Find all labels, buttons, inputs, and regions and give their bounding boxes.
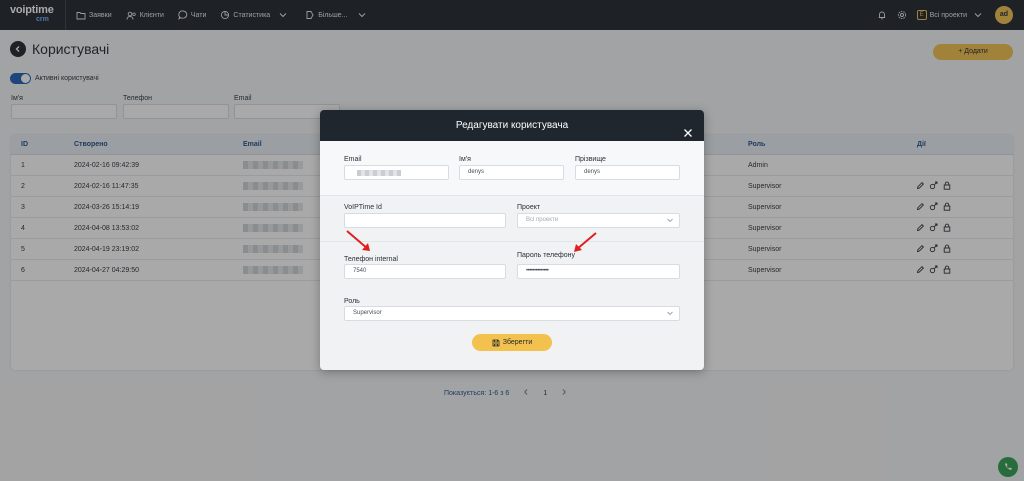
phone-internal-label: Телефон internal [344,256,398,263]
modal-title: Редагувати користувача [455,120,569,131]
project-select-placeholder: Всі проекти [526,217,559,223]
annotation-arrow-icon [346,230,370,251]
annotation-arrow-icon [574,232,597,252]
role-select[interactable]: Supervisor [344,306,680,321]
email-field[interactable] [344,165,449,180]
surname-field[interactable]: denys [575,165,680,180]
phone-password-field[interactable]: •••••••••••••• [517,264,680,279]
modal-section-identity: Email Ім'я denys Прізвище denys [320,141,704,196]
email-redacted [357,170,401,176]
surname-label: Прізвище [575,156,606,163]
name-field[interactable]: denys [459,165,564,180]
save-icon [492,339,500,346]
save-button[interactable]: Зберегти [472,334,552,351]
role-select-value: Supervisor [353,310,382,316]
email-label: Email [344,156,362,163]
chevron-down-icon [667,218,673,223]
chevron-down-icon [667,311,673,316]
voiptime-id-field[interactable] [344,213,506,228]
voiptime-id-label: VoIPTime Id [344,204,382,211]
name-label: Ім'я [459,156,471,163]
project-label: Проект [517,204,541,211]
phone-internal-field[interactable]: 7540 [344,264,506,279]
edit-user-modal: Редагувати користувача Email Ім'я denys … [320,110,704,370]
role-label: Роль [344,298,360,305]
modal-section-voiptime: VoIPTime Id Проект Всі проекти [320,196,704,241]
project-select[interactable]: Всі проекти [517,213,680,228]
phone-password-label: Пароль телефону [517,252,576,259]
modal-section-phone: Телефон internal 7540 Пароль телефону ••… [320,241,704,289]
modal-header: Редагувати користувача [320,110,704,141]
save-button-label: Зберегти [502,339,533,346]
